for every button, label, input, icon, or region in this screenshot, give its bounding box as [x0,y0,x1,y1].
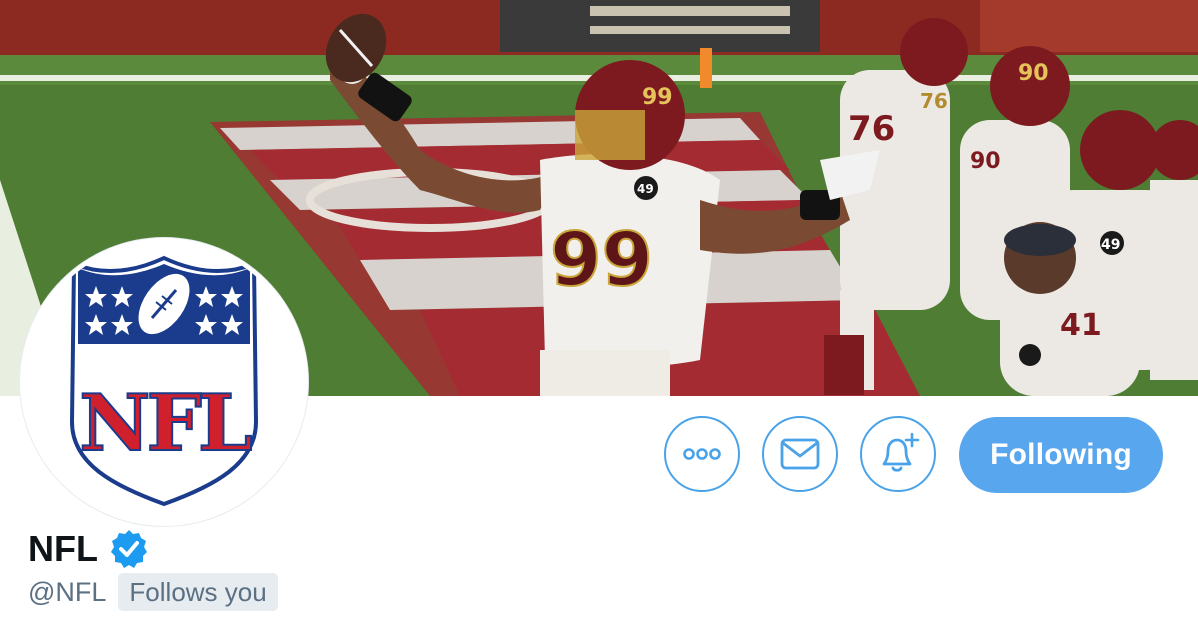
svg-text:99: 99 [550,217,653,303]
following-button[interactable]: Following [959,417,1163,493]
svg-text:76: 76 [920,89,948,113]
svg-text:90: 90 [970,149,1001,174]
notifications-button[interactable] [860,416,936,492]
display-name: NFL [28,528,98,569]
verified-badge-icon [110,530,147,568]
follows-you-badge: Follows you [118,573,278,611]
nfl-shield-logo: NFL [24,242,304,522]
svg-text:99: 99 [642,85,673,110]
bell-plus-icon [882,432,920,472]
user-handle: @NFL [28,577,107,607]
more-options-button[interactable] [664,416,740,492]
profile-name-row: NFL [28,526,150,572]
profile-handle-row: @NFL Follows you [28,572,278,612]
profile-actions: Following [664,416,1164,496]
profile-page: 76 76 90 90 49 41 99 99 49 NFL Following… [0,0,1198,630]
message-button[interactable] [762,416,838,492]
svg-text:76: 76 [848,109,895,149]
more-horizontal-icon [683,448,721,460]
svg-text:90: 90 [1018,61,1049,86]
svg-text:41: 41 [1060,308,1102,343]
profile-avatar[interactable]: NFL [20,238,308,526]
nfl-logo-text: NFL [79,378,252,469]
svg-text:49: 49 [637,182,654,196]
envelope-icon [780,438,820,470]
svg-text:49: 49 [1101,237,1120,253]
